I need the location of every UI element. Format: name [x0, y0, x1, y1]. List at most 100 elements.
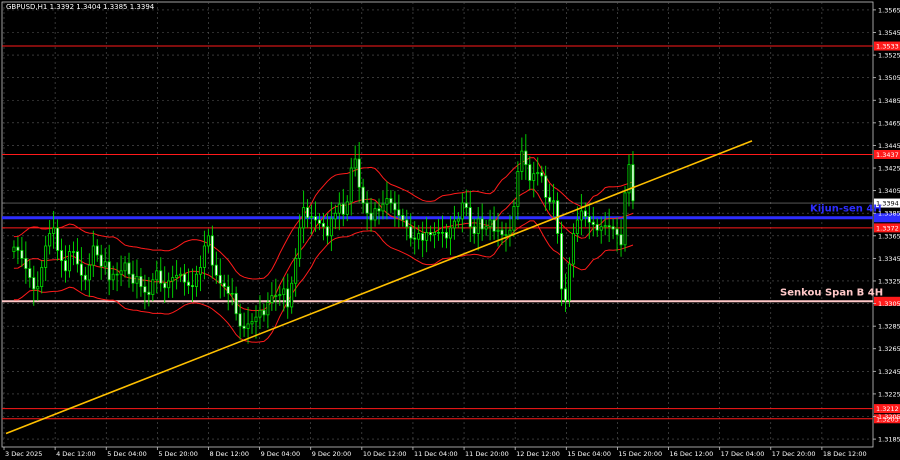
candle-body [250, 321, 254, 325]
candle-body [266, 302, 270, 316]
chart-header: GBPUSD,H1 1.3392 1.3404 1.3385 1.3394 [6, 3, 155, 11]
candle-body [310, 216, 314, 219]
candle-body [619, 234, 623, 246]
candle-body [40, 267, 44, 288]
candle-body [83, 274, 87, 281]
candle-body [306, 207, 310, 219]
y-tick-label: 1.3445 [878, 142, 900, 150]
candle-body [159, 270, 163, 284]
candle-body [115, 273, 119, 276]
y-tick-label: 1.3545 [878, 29, 900, 37]
y-tick-label: 1.3305 [878, 300, 900, 308]
y-tick-label: 1.3505 [878, 74, 900, 82]
candle-body [242, 325, 246, 329]
candle-body [119, 270, 123, 275]
candle-body [103, 261, 107, 267]
candle-body [52, 227, 56, 234]
x-tick-label: 11 Dec 04:00 [414, 450, 458, 458]
candle-body [583, 210, 587, 217]
candle-body [60, 250, 64, 262]
x-tick-label: 9 Dec 04:00 [261, 450, 301, 458]
candle-body [163, 282, 167, 289]
candle-body [28, 268, 32, 278]
candle-body [575, 219, 579, 234]
x-tick-label: 9 Dec 20:00 [312, 450, 352, 458]
candle-body [143, 286, 147, 293]
candle-body [433, 232, 437, 236]
senkou-label: Senkou Span B 4H [780, 287, 883, 298]
candle-body [464, 202, 468, 208]
candle-body [373, 208, 377, 221]
candle-body [571, 233, 575, 265]
candle-body [460, 202, 464, 220]
candle-body [123, 262, 127, 272]
candle-body [175, 274, 179, 278]
candle-body [516, 171, 520, 207]
candle-body [325, 226, 329, 237]
y-tick-label: 1.3285 [878, 323, 900, 331]
candle-body [210, 235, 214, 266]
candle-body [107, 261, 111, 281]
candle-body [179, 273, 183, 276]
candle-body [484, 226, 488, 230]
x-tick-label: 3 Dec 2025 [5, 450, 42, 458]
candle-body [452, 220, 456, 229]
candle-body [472, 226, 476, 234]
candle-body [607, 225, 611, 228]
y-tick-label: 1.3345 [878, 255, 900, 263]
candle-body [329, 218, 333, 237]
candle-body [36, 286, 40, 290]
y-tick-label: 1.3405 [878, 187, 900, 195]
candle-body [540, 172, 544, 177]
candle-body [341, 203, 345, 215]
candle-body [24, 257, 28, 269]
candle-body [548, 196, 552, 203]
candle-body [194, 273, 198, 288]
x-tick-label: 17 Dec 20:00 [772, 450, 816, 458]
candle-body [397, 209, 401, 216]
candle-body [528, 164, 532, 181]
candle-body [401, 215, 405, 221]
candle-body [468, 207, 472, 228]
candle-body [167, 280, 171, 289]
candle-body [567, 263, 571, 301]
candle-body [611, 226, 615, 230]
y-tick-label: 1.3225 [878, 390, 900, 398]
candle-body [187, 281, 191, 286]
candle-body [20, 250, 24, 259]
candle-body [333, 212, 337, 220]
x-tick-label: 8 Dec 12:00 [209, 450, 249, 458]
y-tick-label: 1.3385 [878, 210, 900, 218]
candle-body [317, 219, 321, 224]
x-tick-label: 15 Dec 04:00 [567, 450, 611, 458]
candle-body [183, 273, 187, 283]
candle-body [147, 291, 151, 295]
candle-body [71, 251, 75, 253]
y-tick-label: 1.3525 [878, 52, 900, 60]
candle-body [365, 202, 369, 214]
candle-body [87, 264, 91, 281]
candle-body [302, 207, 306, 229]
y-tick-label: 1.3325 [878, 277, 900, 285]
candle-body [500, 229, 504, 236]
candle-body [476, 218, 480, 234]
candle-body [353, 158, 357, 169]
candle-body [290, 282, 294, 308]
candle-body [75, 251, 79, 265]
x-tick-label: 10 Dec 12:00 [363, 450, 407, 458]
x-tick-label: 17 Dec 04:00 [721, 450, 765, 458]
candle-body [171, 277, 175, 282]
level-price-label: 1.3533 [876, 43, 899, 51]
candle-body [127, 262, 131, 275]
kijun-label: Kijun-sen 4H [810, 204, 882, 215]
candle-body [425, 232, 429, 241]
candle-body [222, 282, 226, 288]
candle-body [246, 323, 250, 329]
candle-body [393, 202, 397, 211]
y-tick-label: 1.3245 [878, 368, 900, 376]
candle-body [591, 221, 595, 225]
candle-body [536, 172, 540, 175]
candle-body [32, 277, 36, 290]
candle-body [56, 227, 60, 251]
candle-body [226, 286, 230, 294]
